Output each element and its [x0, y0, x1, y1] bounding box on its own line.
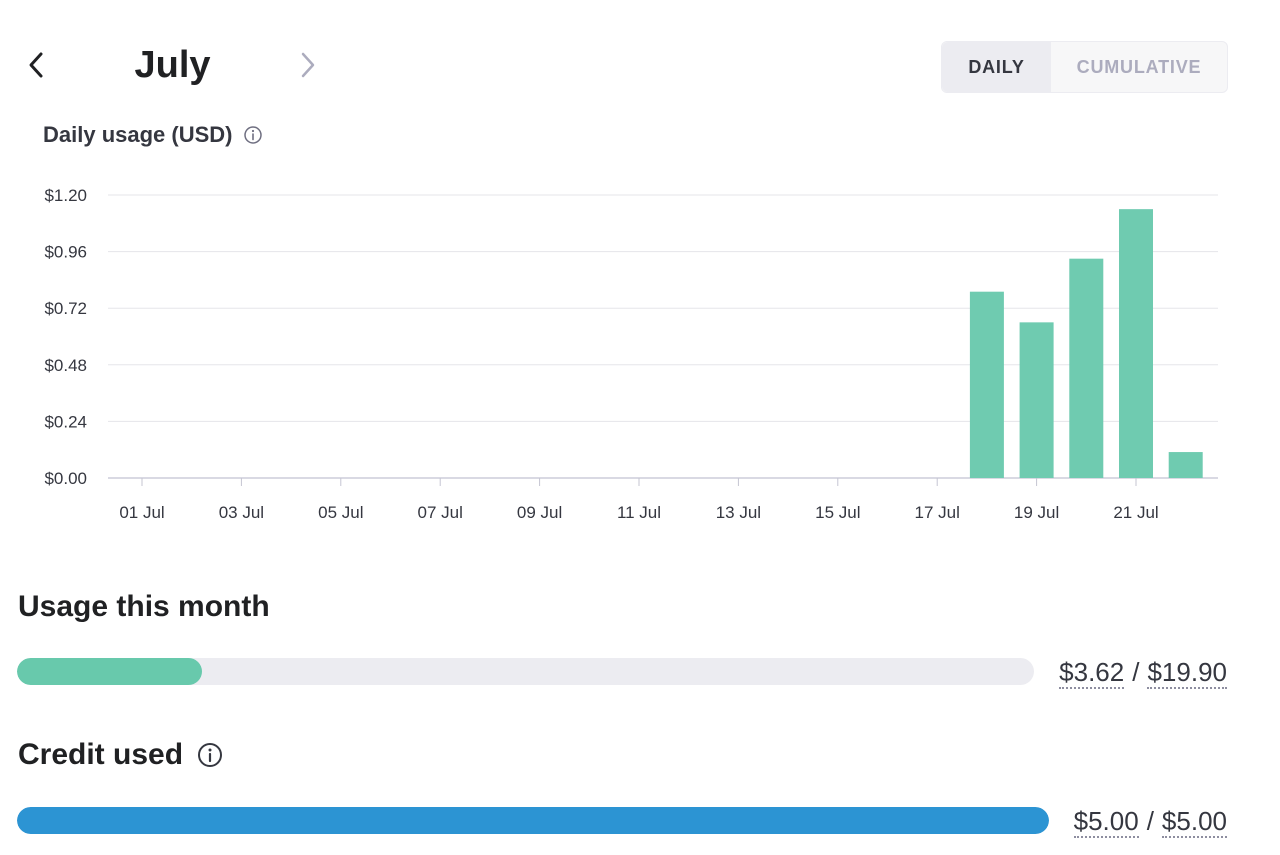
- usage-amount: $3.62 / $19.90: [1059, 657, 1227, 689]
- usage-separator: /: [1132, 657, 1140, 687]
- usage-progress-fill: [17, 658, 203, 685]
- usage-limit-value[interactable]: $19.90: [1147, 657, 1227, 689]
- x-tick-label: 15 Jul: [815, 503, 860, 522]
- next-month-button[interactable]: [288, 40, 328, 90]
- x-tick-label: 21 Jul: [1113, 503, 1158, 522]
- x-tick-label: 19 Jul: [1014, 503, 1059, 522]
- x-tick-label: 07 Jul: [418, 503, 463, 522]
- x-tick-label: 09 Jul: [517, 503, 562, 522]
- x-tick-label: 01 Jul: [119, 503, 164, 522]
- credit-used-title: Credit used: [18, 738, 184, 771]
- chevron-right-icon: [301, 52, 315, 78]
- y-tick-label: $0.24: [44, 412, 87, 431]
- usage-used-value[interactable]: $3.62: [1059, 657, 1125, 689]
- previous-month-button[interactable]: [16, 40, 56, 90]
- cumulative-toggle-button[interactable]: CUMULATIVE: [1051, 42, 1227, 92]
- daily-usage-chart-svg: $0.00 $0.24 $0.48 $0.72 $0.96 $1.20 01 Jul 03 J…: [44, 186, 1218, 522]
- usage-this-month-title: Usage this month: [18, 590, 270, 623]
- y-tick-label: $0.00: [44, 469, 87, 488]
- chart-title-text: Daily usage (USD): [43, 122, 233, 147]
- x-tick-label: 17 Jul: [915, 503, 960, 522]
- credit-used-value[interactable]: $5.00: [1073, 806, 1139, 838]
- y-tick-label: $0.48: [44, 356, 87, 375]
- bar-21-jul: [1119, 209, 1153, 478]
- y-tick-label: $0.72: [44, 299, 87, 318]
- credit-progress-bar: [17, 807, 1049, 834]
- info-icon[interactable]: [197, 742, 223, 768]
- bar-20-jul: [1069, 258, 1104, 478]
- y-tick-label: $1.20: [44, 186, 87, 205]
- x-tick-label: 05 Jul: [318, 503, 363, 522]
- x-tick-label: 03 Jul: [219, 503, 264, 522]
- credit-limit-value[interactable]: $5.00: [1161, 806, 1227, 838]
- credit-amount: $5.00 / $5.00: [1073, 806, 1227, 838]
- view-toggle: DAILY CUMULATIVE: [941, 41, 1228, 93]
- credit-used-header: Credit used: [18, 738, 223, 772]
- daily-usage-chart: $0.00 $0.24 $0.48 $0.72 $0.96 $1.20 01 Jul 03 J…: [0, 160, 1280, 550]
- usage-progress-bar: [17, 658, 1034, 685]
- bar-22-jul: [1168, 452, 1203, 478]
- credit-separator: /: [1146, 806, 1154, 836]
- month-title: July: [134, 44, 211, 86]
- usage-page: July DAILY CUMULATIVE Daily usage (USD) …: [0, 0, 1280, 855]
- info-icon[interactable]: [243, 125, 263, 145]
- daily-toggle-button[interactable]: DAILY: [942, 42, 1051, 92]
- bar-18-jul: [969, 291, 1004, 478]
- month-navigation: July: [0, 30, 360, 100]
- x-tick-label: 11 Jul: [617, 503, 661, 522]
- credit-progress-fill: [17, 807, 1049, 834]
- chevron-left-icon: [29, 52, 43, 78]
- y-tick-label: $0.96: [44, 243, 87, 262]
- chart-title: Daily usage (USD): [43, 120, 263, 150]
- x-tick-label: 13 Jul: [716, 503, 761, 522]
- bar-19-jul: [1019, 322, 1054, 478]
